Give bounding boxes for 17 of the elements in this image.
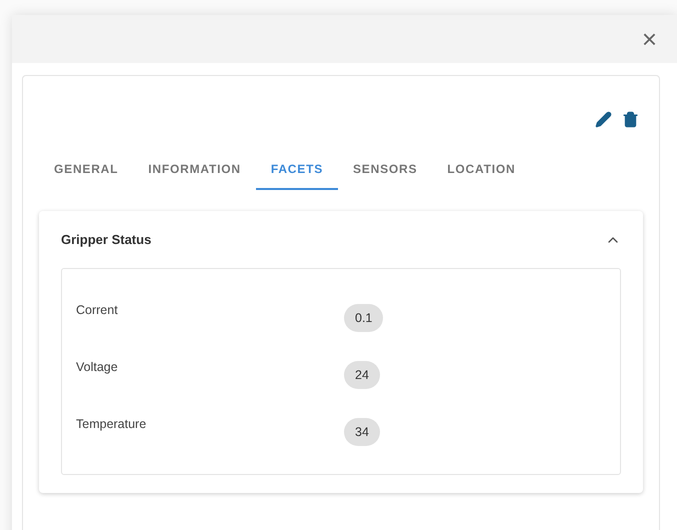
value-chip: 0.1 [344,304,384,332]
panel-title: Gripper Status [61,230,152,249]
tab[interactable]: FACETS [256,150,338,190]
value-chip: 24 [344,361,380,389]
tab[interactable]: SENSORS [338,150,432,190]
close-button[interactable]: × [642,26,657,52]
value-chip: 34 [344,418,380,446]
facet-label: Corrent [76,302,119,319]
facet-label: Voltage [76,359,119,376]
delete-button[interactable] [622,111,639,128]
tab[interactable]: LOCATION [432,150,530,190]
facet-label: Temperature [76,416,148,433]
pencil-icon [595,111,612,128]
trash-icon [622,111,639,128]
tab[interactable]: GENERAL [39,150,134,190]
tab[interactable]: INFORMATION [133,150,256,190]
edit-button[interactable] [595,111,612,128]
